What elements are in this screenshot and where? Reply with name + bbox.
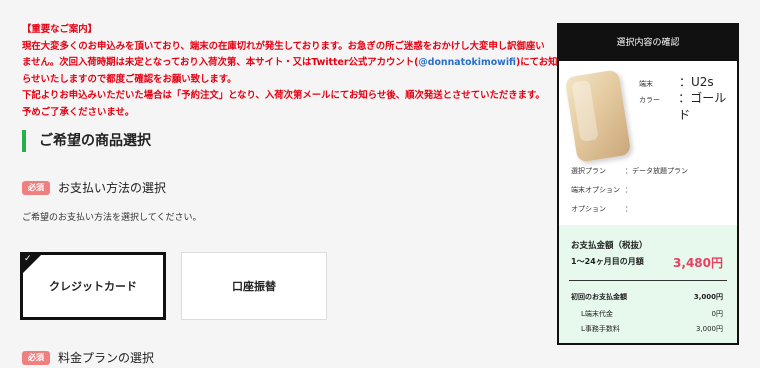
notice-line-2: ません。次回入荷時期は未定となっており入荷次第、本サイト・又はTwitter公式… bbox=[22, 55, 558, 72]
selection-summary-panel: 選択内容の確認 端末 ：U2s カラー ：ゴールド 選択プラン ：データ放題プラ… bbox=[557, 23, 739, 345]
bank-transfer-label: 口座振替 bbox=[232, 280, 276, 293]
credit-card-option[interactable]: ✓ クレジットカード bbox=[20, 252, 166, 320]
device-option-row: 端末オプション ： bbox=[571, 185, 632, 195]
device-fee-row: L端末代金 0円 bbox=[571, 309, 723, 319]
required-badge: 必須 bbox=[22, 180, 50, 195]
payment-method-heading: 必須 お支払い方法の選択 bbox=[22, 179, 166, 196]
notice-title: 【重要なご案内】 bbox=[22, 24, 98, 35]
plan-heading: 必須 料金プランの選択 bbox=[22, 349, 154, 366]
admin-fee-label: L事務手数料 bbox=[581, 325, 620, 333]
bank-transfer-option[interactable]: 口座振替 bbox=[181, 252, 327, 320]
important-notice: 【重要なご案内】 現在大変多くのお申込みを頂いており、端末の在庫切れが発生してお… bbox=[22, 22, 558, 122]
payment-method-title: お支払い方法の選択 bbox=[58, 181, 167, 195]
total-label: お支払金額（税抜） bbox=[571, 241, 648, 251]
notice-line-4: 下記よりお申込みいただいた場合は「予約注文」となり、入荷次第メールにてお知らせ後… bbox=[22, 90, 545, 102]
total-divider bbox=[569, 280, 727, 281]
device-name: U2s bbox=[691, 75, 714, 89]
color-value: ：ゴールド bbox=[678, 91, 727, 122]
notice-line-1: 現在大変多くのお申込みを頂いており、端末の在庫切れが発生しております。お急ぎの所… bbox=[22, 40, 545, 52]
initial-payment-label: 初回のお支払金額 bbox=[571, 293, 627, 301]
initial-payment-row: 初回のお支払金額 3,000円 bbox=[571, 292, 723, 302]
product-selection-heading: ご希望の商品選択 bbox=[22, 130, 151, 152]
color-spec-row: カラー ：ゴールド bbox=[639, 89, 737, 123]
summary-header: 選択内容の確認 bbox=[559, 25, 737, 61]
device-fee-label: L端末代金 bbox=[581, 310, 613, 318]
plan-selection-title: 料金プランの選択 bbox=[58, 351, 155, 365]
credit-card-label: クレジットカード bbox=[49, 280, 137, 293]
notice-line-5: 予めご了承くださいませ。 bbox=[22, 106, 135, 118]
device-label: 端末 bbox=[639, 80, 653, 88]
device-option-label: 端末オプション bbox=[571, 186, 620, 194]
device-option-value: ： bbox=[625, 186, 632, 194]
plan-value: ：データ放題プラン bbox=[625, 167, 688, 175]
monthly-label: 1〜24ヶ月目の月額 bbox=[571, 257, 644, 266]
color-label: カラー bbox=[639, 96, 660, 104]
required-badge: 必須 bbox=[22, 350, 50, 365]
option-label: オプション bbox=[571, 205, 606, 213]
notice-line-2-text: ません。次回入荷時期は未定となっており入荷次第、本サイト・又はTwitter公式… bbox=[22, 57, 419, 69]
monthly-price: 3,480円 bbox=[673, 256, 723, 270]
notice-line-3: らせいたしますので都度ご確認をお願い致します。 bbox=[22, 73, 237, 85]
payment-method-description: ご希望のお支払い方法を選択してください。 bbox=[22, 213, 202, 223]
device-value: ：U2s bbox=[679, 75, 714, 89]
plan-row: 選択プラン ：データ放題プラン bbox=[571, 166, 688, 176]
device-spec-row: 端末 ：U2s bbox=[639, 73, 714, 90]
admin-fee-value: 3,000円 bbox=[695, 325, 723, 333]
device-fee-value: 0円 bbox=[711, 310, 723, 318]
color-name: ゴールド bbox=[678, 91, 727, 122]
admin-fee-row: L事務手数料 3,000円 bbox=[571, 324, 723, 334]
notice-line-2-tail: )にてお知 bbox=[516, 57, 558, 69]
initial-payment-value: 3,000円 bbox=[693, 293, 723, 301]
option-value: ： bbox=[625, 205, 632, 213]
router-device-image bbox=[564, 69, 632, 163]
option-row: オプション ： bbox=[571, 204, 632, 214]
plan-label: 選択プラン bbox=[571, 167, 606, 175]
check-icon: ✓ bbox=[24, 254, 32, 264]
payment-total-box: お支払金額（税抜） 1〜24ヶ月目の月額 3,480円 初回のお支払金額 3,0… bbox=[559, 225, 737, 343]
twitter-account-link[interactable]: @donnatokimowifi bbox=[418, 57, 516, 68]
